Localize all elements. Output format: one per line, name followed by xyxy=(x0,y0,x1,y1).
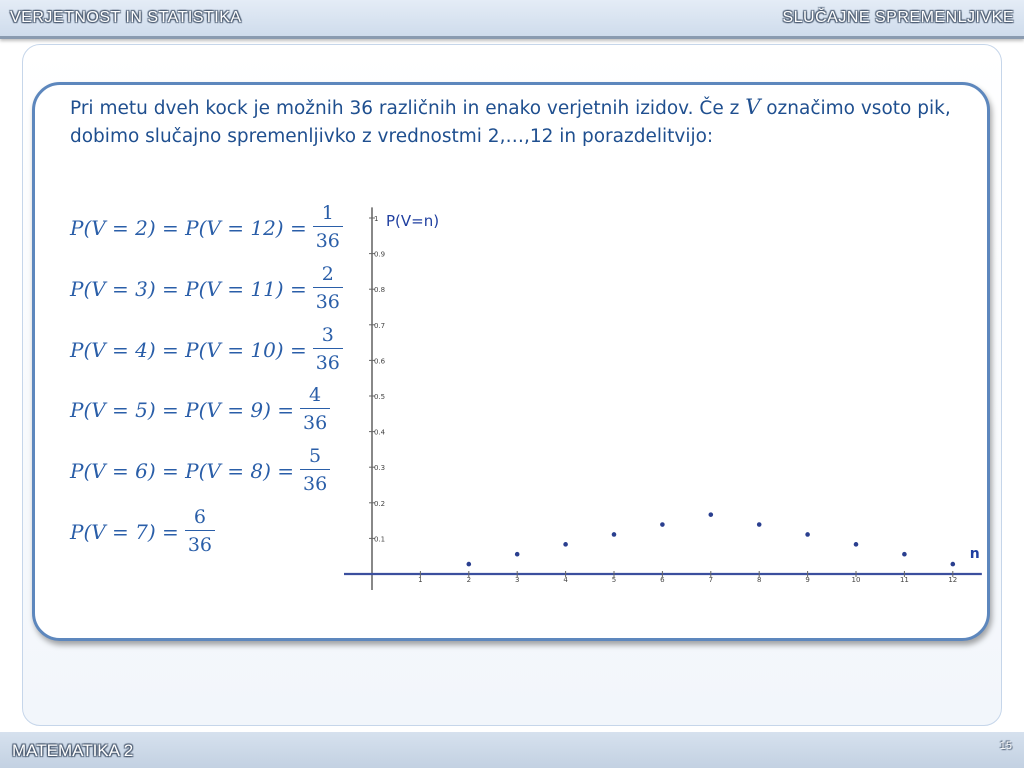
y-tick-label: 0.9 xyxy=(374,251,385,259)
data-point xyxy=(950,561,956,567)
distribution-chart: 0.10.20.30.40.50.60.70.80.911 2 3 4 5 6 7 8 9 10 1… xyxy=(344,207,982,590)
formula-lhs: P(V = 6) = P(V = 8) = xyxy=(70,458,294,483)
header-bar: VERJETNOST IN STATISTIKA SLUČAJNE SPREME… xyxy=(0,0,1024,39)
data-point xyxy=(805,532,810,537)
fraction-numerator: 4 xyxy=(309,384,322,406)
x-tick-label: 4 xyxy=(563,576,568,584)
data-point xyxy=(853,542,859,547)
formula-5: P(V = 6) = P(V = 8) = 5 36 xyxy=(70,443,331,498)
data-point xyxy=(611,532,617,537)
x-tick-label: 12 xyxy=(948,576,957,584)
data-point xyxy=(708,512,714,517)
y-tick-label: 0.8 xyxy=(374,286,385,294)
y-tick-label: 0.1 xyxy=(374,535,385,543)
x-tick-label: 1 xyxy=(418,576,422,584)
footer-bar: MATEMATIKA 2 15 xyxy=(0,732,1024,768)
page-number: 15 xyxy=(999,740,1012,752)
header-left-title: VERJETNOST IN STATISTIKA xyxy=(10,9,242,26)
fraction-denominator: 36 xyxy=(184,530,216,559)
data-point xyxy=(466,561,472,567)
formula-lhs: P(V = 4) = P(V = 10) = xyxy=(70,337,307,362)
formula-3: P(V = 4) = P(V = 10) = 3 36 xyxy=(70,322,343,377)
formula-lhs: P(V = 5) = P(V = 9) = xyxy=(70,397,294,422)
formula-lhs: P(V = 7) = xyxy=(70,519,179,544)
fraction-denominator: 36 xyxy=(300,408,331,437)
x-tick-label: 6 xyxy=(660,576,665,584)
formula-lhs: P(V = 3) = P(V = 11) = xyxy=(70,276,307,301)
y-tick-label: 0.4 xyxy=(374,429,386,437)
footer-title: MATEMATIKA 2 xyxy=(12,741,134,760)
x-tick-label: 5 xyxy=(612,576,616,584)
fraction-numerator: 5 xyxy=(309,445,322,467)
data-point xyxy=(756,522,762,527)
data-point xyxy=(660,522,665,527)
fraction: 5 36 xyxy=(300,443,331,498)
x-axis-label: n xyxy=(970,546,980,562)
header-right-title: SLUČAJNE SPREMENLJIVKE xyxy=(782,9,1014,26)
y-axis-label: P(V=n) xyxy=(386,212,439,230)
data-point xyxy=(563,542,568,547)
x-tick-label: 10 xyxy=(852,576,861,584)
fraction: 4 36 xyxy=(300,382,331,437)
data-point xyxy=(514,551,520,557)
formula-1: P(V = 2) = P(V = 12) = 1 36 xyxy=(70,200,343,255)
data-point xyxy=(902,551,907,557)
x-tick-label: 8 xyxy=(757,576,761,584)
y-tick-label: 1 xyxy=(374,215,378,223)
x-tick-label: 9 xyxy=(805,576,809,584)
y-tick-label: 0.6 xyxy=(374,357,386,365)
intro-text-before: Pri metu dveh kock je možnih 36 različni… xyxy=(70,98,746,119)
intro-paragraph: Pri metu dveh kock je možnih 36 različni… xyxy=(70,93,970,151)
x-tick-label: 7 xyxy=(709,576,713,584)
y-tick-label: 0.5 xyxy=(374,393,385,401)
formula-lhs: P(V = 2) = P(V = 12) = xyxy=(70,215,307,240)
fraction-numerator: 6 xyxy=(193,506,206,528)
formula-6: P(V = 7) = 6 36 xyxy=(70,504,216,559)
y-tick-label: 0.3 xyxy=(374,464,385,472)
fraction-denominator: 36 xyxy=(300,469,331,498)
intro-variable: V xyxy=(745,95,761,119)
y-tick-label: 0.7 xyxy=(374,322,385,330)
x-tick-label: 3 xyxy=(515,576,519,584)
x-tick-label: 11 xyxy=(900,576,909,584)
formula-4: P(V = 5) = P(V = 9) = 4 36 xyxy=(70,382,331,437)
x-tick-label: 2 xyxy=(467,576,471,584)
fraction: 6 36 xyxy=(184,504,216,559)
formula-2: P(V = 3) = P(V = 11) = 2 36 xyxy=(70,261,343,316)
y-tick-label: 0.2 xyxy=(374,500,385,508)
